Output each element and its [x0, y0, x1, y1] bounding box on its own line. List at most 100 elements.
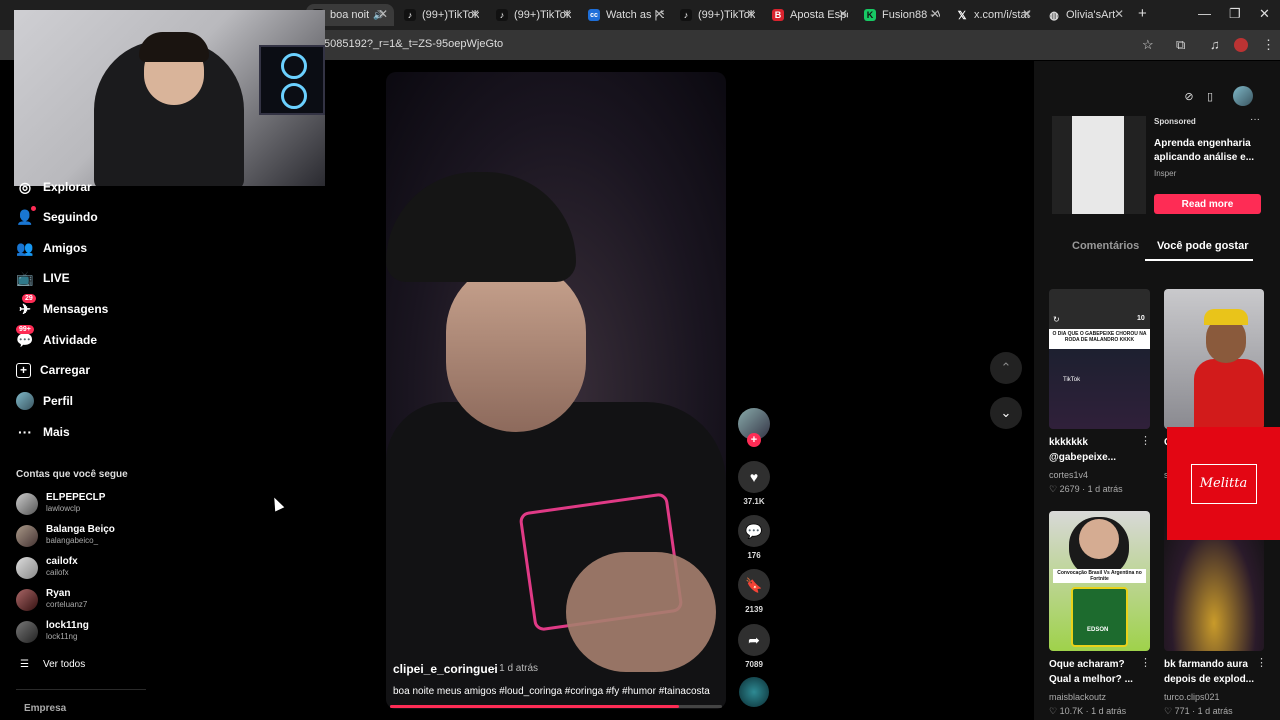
- heart-icon[interactable]: ♥: [738, 461, 770, 493]
- video-author[interactable]: maisblackoutz: [1049, 692, 1106, 702]
- avatar: [16, 493, 38, 515]
- comment-action[interactable]: 💬 176: [737, 515, 771, 560]
- close-tab-icon[interactable]: ✕: [654, 7, 664, 21]
- ad-title[interactable]: Aprenda engenharia aplicando análise e..…: [1154, 137, 1258, 165]
- video-caption: boa noite meus amigos #loud_coringa #cor…: [393, 686, 710, 697]
- kebab-icon[interactable]: ⋮: [1140, 656, 1151, 669]
- menu-kebab-icon[interactable]: ⋮: [1262, 37, 1275, 53]
- nav-atividade[interactable]: 💬 99+ Atividade: [16, 325, 97, 351]
- computer-case: [259, 45, 325, 115]
- video-title[interactable]: bk farmando aura depois de explod...: [1164, 657, 1258, 687]
- video-thumbnail[interactable]: Convocação Brasil Vs Argentina no Fortni…: [1049, 511, 1150, 651]
- bookmark-icon[interactable]: 🔖: [738, 569, 770, 601]
- phone-icon[interactable]: ▯: [1200, 86, 1220, 106]
- new-tab-button[interactable]: +: [1138, 5, 1147, 22]
- video-progress-bar[interactable]: [390, 705, 722, 708]
- nav-explorar[interactable]: ◎ Explorar: [16, 176, 92, 198]
- thumb-card-name: EDSON: [1087, 627, 1109, 633]
- video-author[interactable]: cortes1v4: [1049, 470, 1088, 480]
- following-account[interactable]: ELPEPECLP lawlowclp: [16, 489, 216, 519]
- previous-video-button[interactable]: ⌃: [990, 352, 1022, 384]
- close-tab-icon[interactable]: ✕: [470, 7, 480, 21]
- compass-icon: ◎: [18, 178, 32, 195]
- close-tab-icon[interactable]: ✕: [378, 7, 388, 21]
- avatar: [16, 589, 38, 611]
- following-account[interactable]: lock11ng lock11ng: [16, 617, 216, 647]
- see-all-link[interactable]: ☰ Ver todos: [20, 659, 85, 670]
- ad-thumbnail[interactable]: [1052, 116, 1146, 214]
- close-tab-icon[interactable]: ✕: [1022, 7, 1032, 21]
- share-icon[interactable]: ➦: [738, 624, 770, 656]
- thumb-caption: Convocação Brasil Vs Argentina no Fortni…: [1053, 569, 1146, 583]
- like-action[interactable]: ♥ 37.1K: [737, 461, 771, 506]
- thumb-top-frame: [1049, 289, 1150, 329]
- video-thumbnail[interactable]: O DIA QUE O GABEPEIXE CHOROU NA RODA DE …: [1049, 289, 1150, 429]
- video-author[interactable]: clipei_e_coringuei: [393, 662, 498, 676]
- close-tab-icon[interactable]: ✕: [838, 7, 848, 21]
- user-avatar[interactable]: [1233, 86, 1253, 106]
- follow-button[interactable]: +: [747, 433, 761, 447]
- tab-voce-pode-gostar[interactable]: Você pode gostar: [1157, 240, 1248, 252]
- video-person-face: [446, 262, 586, 432]
- kebab-icon[interactable]: ⋮: [1256, 656, 1267, 669]
- tab-comentarios[interactable]: Comentários: [1072, 240, 1139, 252]
- following-account[interactable]: cailofx cailofx: [16, 553, 216, 583]
- rgb-fan: [281, 83, 307, 109]
- video-title[interactable]: Oque acharam? Qual a melhor? ...: [1049, 657, 1139, 687]
- bookmark-star-icon[interactable]: ☆: [1142, 37, 1154, 53]
- video-likes: ♡ 2679 · 1 d atrás: [1049, 484, 1123, 494]
- share-count: 7089: [745, 660, 763, 669]
- tab[interactable]: B Aposta Espo ✕: [766, 4, 854, 26]
- close-tab-icon[interactable]: ✕: [746, 7, 756, 21]
- tiktok-icon: ♪: [680, 9, 692, 21]
- video-author[interactable]: turco.clips021: [1164, 692, 1220, 702]
- kebab-icon[interactable]: ⋮: [1140, 434, 1151, 447]
- melitta-logo: Melitta: [1190, 463, 1257, 504]
- music-disc-icon[interactable]: [739, 677, 769, 707]
- tab[interactable]: ♪ (99+)TikTok ✕: [674, 4, 762, 26]
- tab[interactable]: ♪ (99+)TikTok ✕: [490, 4, 578, 26]
- save-action[interactable]: 🔖 2139: [737, 569, 771, 614]
- tab[interactable]: cc Watch as | S ✕: [582, 4, 670, 26]
- video-title[interactable]: kkkkkkk @gabepeixe...: [1049, 435, 1139, 465]
- thumb-face: [1079, 519, 1119, 559]
- nav-carregar[interactable]: + Carregar: [16, 359, 90, 381]
- ad-more-icon[interactable]: ···: [1250, 114, 1260, 125]
- media-control-icon[interactable]: ♫: [1210, 37, 1220, 52]
- divider: [16, 689, 146, 690]
- nav-live[interactable]: 📺 LIVE: [16, 267, 69, 289]
- streamer-hair: [139, 32, 209, 62]
- comment-icon[interactable]: 💬: [738, 515, 770, 547]
- tab[interactable]: ◍ Olivia'sArt ✕: [1042, 4, 1130, 26]
- profile-avatar-icon[interactable]: [1234, 38, 1248, 52]
- melitta-overlay-ad[interactable]: Melitta: [1167, 427, 1280, 540]
- active-tab-indicator: [1145, 259, 1253, 261]
- nav-perfil[interactable]: Perfil: [16, 390, 73, 412]
- fusion-icon: K: [864, 9, 876, 21]
- close-tab-icon[interactable]: ✕: [1114, 7, 1124, 21]
- tab[interactable]: 𝕏 x.com/i/stat ✕: [950, 4, 1038, 26]
- video-thumbnail[interactable]: [1164, 289, 1264, 429]
- tab[interactable]: ♪ (99+)TikTok ✕: [398, 4, 486, 26]
- close-window-button[interactable]: ✕: [1259, 6, 1270, 22]
- footer-empresa-link[interactable]: Empresa: [24, 703, 66, 714]
- compass-icon[interactable]: ⊘: [1179, 86, 1199, 106]
- share-action[interactable]: ➦ 7089: [737, 624, 771, 669]
- nav-seguindo[interactable]: 👤 Seguindo: [16, 206, 98, 228]
- extensions-icon[interactable]: ⧉: [1176, 37, 1185, 53]
- minimize-button[interactable]: —: [1198, 6, 1211, 21]
- following-account[interactable]: Balanga Beiço balangabeico_: [16, 521, 216, 551]
- close-tab-icon[interactable]: ✕: [930, 7, 940, 21]
- nav-amigos[interactable]: 👥 Amigos: [16, 237, 87, 259]
- video-player[interactable]: [386, 72, 726, 709]
- mouse-cursor: [269, 495, 285, 512]
- close-tab-icon[interactable]: ✕: [562, 7, 572, 21]
- maximize-button[interactable]: ❐: [1229, 6, 1241, 22]
- next-video-button[interactable]: ⌄: [990, 397, 1022, 429]
- tab[interactable]: K Fusion88 - V ✕: [858, 4, 946, 26]
- url-field[interactable]: 5085192?_r=1&_t=ZS-95oepWjeGto: [324, 38, 503, 50]
- nav-mais[interactable]: ··· Mais: [16, 421, 70, 443]
- ad-read-more-button[interactable]: Read more: [1154, 194, 1261, 214]
- nav-mensagens[interactable]: ✈ 29 Mensagens: [16, 294, 108, 320]
- following-account[interactable]: Ryan corteluanz7: [16, 585, 216, 615]
